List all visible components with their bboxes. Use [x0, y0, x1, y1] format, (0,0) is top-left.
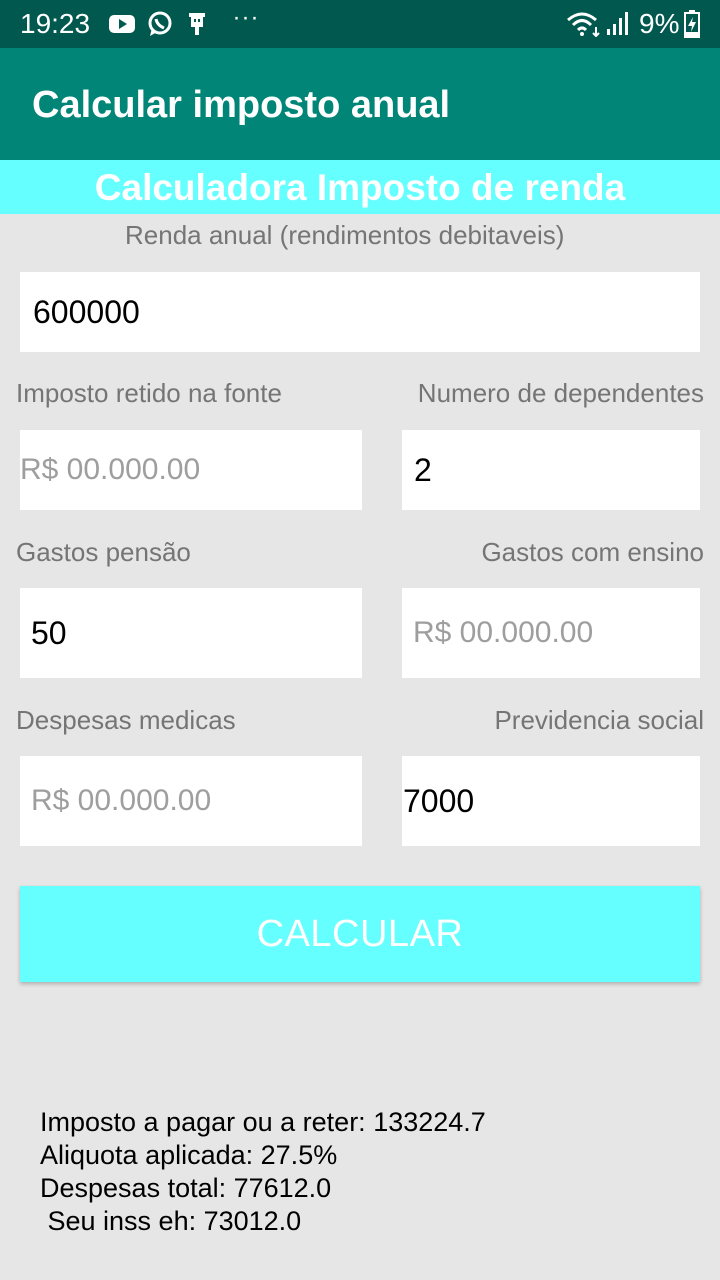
- usb-icon: [186, 10, 208, 38]
- gastos-ensino-input[interactable]: R$ 00.000.00: [402, 588, 700, 678]
- header-banner: Calculadora Imposto de renda: [0, 160, 720, 214]
- banner-title: Calculadora Imposto de renda: [94, 167, 626, 208]
- renda-anual-label: Renda anual (rendimentos debitaveis): [125, 220, 565, 250]
- battery-percent: 9%: [639, 8, 680, 39]
- result-inss: Seu inss eh: 73012.0: [40, 1206, 302, 1236]
- imposto-retido-label: Imposto retido na fonte: [16, 378, 282, 408]
- numero-dependentes-input[interactable]: 2: [402, 430, 700, 510]
- result-imposto: Imposto a pagar ou a reter: 133224.7: [40, 1107, 486, 1137]
- status-bar: 19:23 ··· 9%: [0, 0, 720, 48]
- calculate-button[interactable]: CALCULAR: [20, 886, 700, 982]
- renda-anual-value: 600000: [33, 293, 140, 330]
- youtube-icon: [109, 10, 135, 38]
- app-toolbar: Calcular imposto anual: [0, 48, 720, 160]
- gastos-pensao-value: 50: [31, 614, 67, 651]
- previdencia-social-input[interactable]: 7000: [402, 756, 700, 846]
- signal-icon: [606, 10, 632, 38]
- battery-charging-icon: [684, 10, 700, 38]
- more-dots-icon: ···: [232, 4, 260, 31]
- numero-dependentes-label: Numero de dependentes: [417, 378, 704, 408]
- previdencia-social-label: Previdencia social: [494, 705, 704, 735]
- calculate-button-label: CALCULAR: [256, 912, 464, 955]
- gastos-pensao-input[interactable]: 50: [20, 588, 362, 678]
- whatsapp-icon: [146, 10, 174, 38]
- results-panel: Imposto a pagar ou a reter: 133224.7 Ali…: [40, 1106, 486, 1238]
- numero-dependentes-value: 2: [414, 451, 432, 488]
- despesas-medicas-label: Despesas medicas: [16, 705, 236, 735]
- previdencia-social-value: 7000: [403, 782, 475, 819]
- gastos-pensao-label: Gastos pensão: [16, 537, 191, 567]
- imposto-retido-placeholder: R$ 00.000.00: [20, 453, 201, 486]
- gastos-ensino-placeholder: R$ 00.000.00: [413, 616, 594, 649]
- despesas-medicas-input[interactable]: R$ 00.000.00: [20, 756, 362, 846]
- result-despesas-total: Despesas total: 77612.0: [40, 1173, 332, 1203]
- gastos-ensino-label: Gastos com ensino: [481, 537, 704, 567]
- page-title: Calcular imposto anual: [32, 84, 451, 126]
- renda-anual-input[interactable]: 600000: [20, 272, 700, 352]
- status-time: 19:23: [20, 8, 91, 39]
- imposto-retido-input[interactable]: R$ 00.000.00: [20, 430, 362, 510]
- result-aliquota: Aliquota aplicada: 27.5%: [40, 1140, 338, 1170]
- wifi-icon: [566, 10, 602, 38]
- despesas-medicas-placeholder: R$ 00.000.00: [31, 784, 212, 817]
